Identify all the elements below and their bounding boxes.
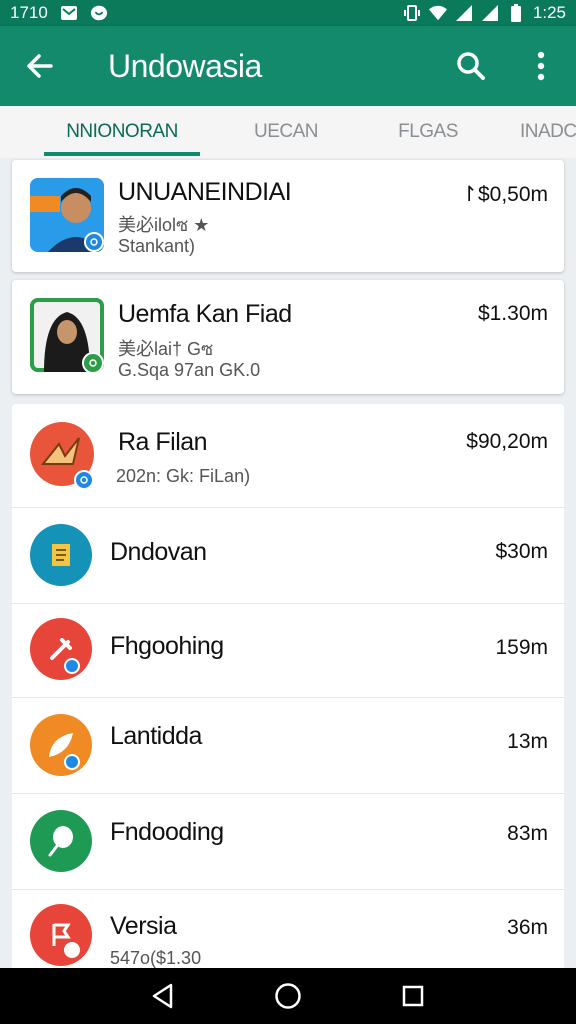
recents-square-icon: [403, 985, 424, 1007]
item-subtitle: 547o($1.30: [110, 948, 202, 968]
item-title: Dndovan: [110, 538, 207, 566]
verified-badge-icon: [84, 232, 104, 252]
item-title: Lantidda: [110, 722, 202, 750]
verified-badge-icon: [82, 352, 104, 374]
list-item[interactable]: Versia 547o($1.30 36m: [12, 890, 564, 968]
search-icon: [457, 52, 485, 80]
nav-home-button[interactable]: [258, 968, 318, 1024]
app-title: Undowasia: [108, 47, 262, 84]
document-icon: [30, 524, 92, 586]
verified-badge-icon: [64, 942, 80, 958]
active-tab-indicator: [44, 152, 200, 156]
nav-back-button[interactable]: [133, 968, 193, 1024]
tab-3[interactable]: INADC: [520, 106, 576, 158]
tab-0[interactable]: NNIONORAN: [44, 106, 200, 158]
item-amount: 13m: [507, 730, 548, 753]
item-amount: 36m: [507, 916, 548, 939]
mail-icon: [60, 4, 78, 22]
nav-recents-button[interactable]: [383, 968, 443, 1024]
tab-bar: NNIONORAN UECAN FLGAS INADC: [0, 106, 576, 158]
tab-1[interactable]: UECAN: [226, 106, 346, 158]
item-subtitle: 202n: Gk: FiLan): [116, 466, 251, 486]
status-time-left: 1710: [10, 3, 48, 22]
heart-icon: [90, 4, 108, 22]
list-item[interactable]: Uemfa Kan Fiad 美必lai† Gซ G.Sqa 97an GK.0…: [12, 280, 564, 394]
status-bar: 1710 1:25: [0, 0, 576, 26]
item-title: Fhgoohing: [110, 632, 224, 660]
flag-icon: [30, 904, 92, 966]
verified-badge-icon: [74, 470, 94, 490]
item-amount: $30m: [495, 540, 548, 563]
list-item[interactable]: Ra Filan 202n: Gk: FiLan) $90,20m: [12, 404, 564, 508]
verified-badge-icon: [64, 754, 80, 770]
home-circle-icon: [275, 983, 301, 1009]
more-vert-icon: [537, 51, 545, 81]
item-title: Fndooding: [110, 818, 224, 846]
system-nav-bar: [0, 968, 576, 1024]
vibrate-icon: [403, 4, 421, 22]
item-amount: ↾$0,50m: [460, 183, 548, 206]
item-title: Versia: [110, 912, 177, 940]
search-button[interactable]: [436, 26, 506, 106]
item-title: Ra Filan: [118, 428, 208, 456]
list-item[interactable]: Fndooding 83m: [12, 794, 564, 890]
back-triangle-icon: [152, 983, 172, 1009]
battery-icon: [507, 4, 525, 22]
item-status: Stankant): [118, 236, 196, 256]
tab-2[interactable]: FLGAS: [368, 106, 488, 158]
signal-icon: [481, 4, 499, 22]
list-item[interactable]: Fhgoohing 159m: [12, 604, 564, 698]
item-amount: $90,20m: [466, 430, 548, 453]
balloon-icon: [30, 810, 92, 872]
leaf-icon: [30, 714, 92, 776]
item-title: UNUANEINDIAI: [118, 178, 292, 206]
item-amount: 83m: [507, 822, 548, 845]
item-amount: 159m: [495, 636, 548, 659]
item-subtitle: 美必ilolซ ★: [118, 215, 210, 235]
wifi-icon: [428, 4, 447, 22]
list-item[interactable]: UNUANEINDIAI 美必ilolซ ★ Stankant) ↾$0,50m: [12, 160, 564, 272]
signal-icon: [455, 4, 473, 22]
arrow-left-icon: [27, 54, 53, 78]
list-item[interactable]: Dndovan $30m: [12, 508, 564, 604]
tool-icon: [30, 618, 92, 680]
item-status: G.Sqa 97an GK.0: [118, 360, 261, 380]
status-time-right: 1:25: [532, 3, 566, 22]
verified-badge-icon: [64, 658, 80, 674]
list-item[interactable]: Lantidda 13m: [12, 698, 564, 794]
back-button[interactable]: [0, 26, 80, 106]
item-title: Uemfa Kan Fiad: [118, 300, 292, 328]
item-subtitle: 美必lai† Gซ: [118, 339, 214, 359]
item-amount: $1.30m: [477, 302, 548, 325]
overflow-menu-button[interactable]: [506, 26, 576, 106]
app-bar: Undowasia: [0, 26, 576, 106]
